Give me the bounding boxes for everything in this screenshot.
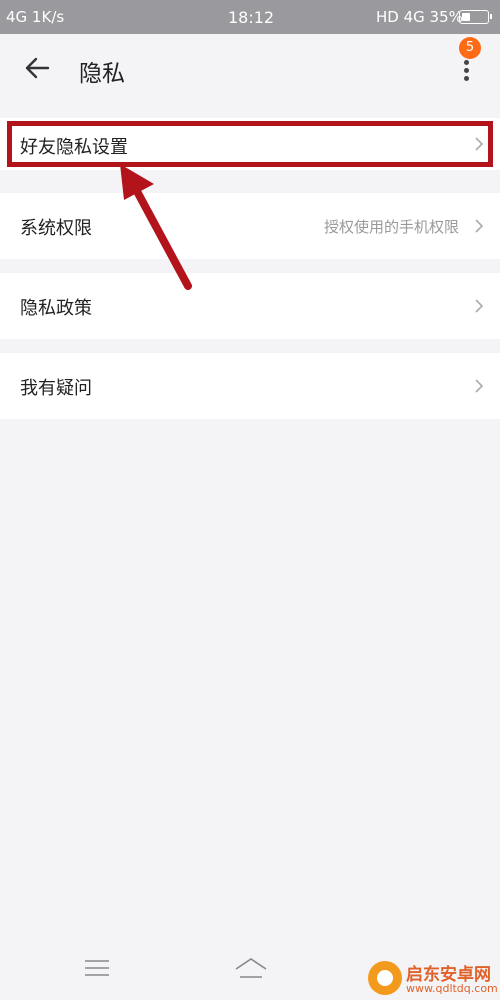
row-hint: 授权使用的手机权限	[323, 218, 459, 236]
signal-battery-status: HD 4G 35%	[376, 8, 463, 26]
home-icon[interactable]	[233, 955, 269, 983]
row-label: 隐私政策	[20, 298, 92, 319]
battery-icon	[459, 10, 492, 24]
watermark-url: www.qdltdq.com	[406, 982, 498, 995]
back-arrow-icon[interactable]	[22, 54, 52, 82]
annotation-arrow	[120, 164, 192, 290]
watermark: 启东安卓网 www.qdltdq.com	[368, 958, 498, 998]
row-label: 系统权限	[20, 218, 92, 239]
clock: 18:12	[228, 8, 275, 27]
more-vertical-icon[interactable]	[452, 58, 482, 82]
list-item-system-permissions[interactable]: 系统权限 授权使用的手机权限	[0, 193, 500, 259]
list-item-privacy-policy[interactable]: 隐私政策	[0, 273, 500, 339]
notification-badge: 5	[459, 37, 481, 59]
battery-nub	[490, 14, 492, 19]
chevron-right-icon	[475, 219, 484, 233]
battery-fill	[462, 13, 470, 21]
row-label: 我有疑问	[20, 378, 92, 399]
network-status: 4G 1K/s	[6, 8, 65, 26]
list-item-questions[interactable]: 我有疑问	[0, 353, 500, 419]
status-bar: 4G 1K/s 18:12 HD 4G 35%	[0, 0, 500, 34]
chevron-right-icon	[475, 299, 484, 313]
page-title: 隐私	[79, 61, 125, 87]
chevron-right-icon	[475, 379, 484, 393]
menu-icon[interactable]	[84, 959, 110, 977]
watermark-logo-icon	[368, 961, 402, 995]
highlight-box	[7, 121, 493, 167]
top-bar: 隐私 5	[0, 34, 500, 102]
